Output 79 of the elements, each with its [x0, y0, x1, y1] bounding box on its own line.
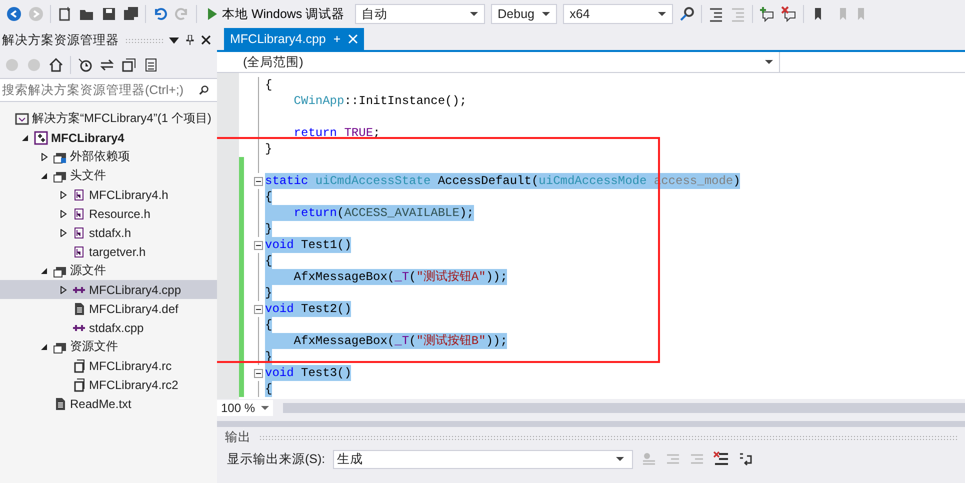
add-comment-icon[interactable]: [758, 6, 775, 22]
collapsed-icon[interactable]: [59, 210, 67, 218]
horizontal-scrollbar[interactable]: [283, 403, 965, 413]
collapse-icon[interactable]: [254, 240, 263, 250]
collapsed-icon[interactable]: [59, 190, 67, 198]
expanded-icon[interactable]: [40, 342, 48, 350]
tree-item[interactable]: stdafx.h: [0, 223, 217, 242]
search-icon: [199, 85, 209, 95]
save-icon[interactable]: [101, 6, 117, 22]
tree-item[interactable]: MFCLibrary4.rc2: [0, 375, 217, 394]
resource-file-icon: [72, 378, 86, 392]
document-icon: [53, 396, 67, 410]
source-label: 显示输出来源(S):: [227, 450, 326, 468]
header-file-icon: [72, 206, 86, 220]
project-icon: [34, 130, 48, 144]
clear-all-icon[interactable]: [713, 451, 730, 467]
word-wrap-icon[interactable]: [737, 451, 754, 467]
tree-item[interactable]: MFCLibrary4: [0, 128, 217, 147]
configuration-dropdown[interactable]: Debug: [490, 4, 557, 24]
collapsed-icon[interactable]: [59, 286, 67, 294]
tree-item[interactable]: MFCLibrary4.cpp: [0, 280, 217, 299]
expanded-icon[interactable]: [40, 266, 48, 274]
tree-item[interactable]: MFCLibrary4.rc: [0, 356, 217, 375]
tree-item[interactable]: 头文件: [0, 166, 217, 185]
header-file-icon: [72, 244, 86, 258]
caret-icon: [470, 12, 478, 16]
tree-item[interactable]: 源文件: [0, 261, 217, 280]
caret-icon: [542, 12, 550, 16]
start-debugger-button[interactable]: 本地 Windows 调试器: [203, 4, 349, 24]
properties-icon[interactable]: [143, 57, 159, 73]
pin-icon[interactable]: [185, 35, 195, 45]
code-line: {: [265, 77, 272, 93]
close-icon[interactable]: [201, 35, 211, 45]
solution-icon: [15, 112, 29, 126]
panel-title: 输出: [225, 428, 251, 446]
tree-item[interactable]: 资源文件: [0, 337, 217, 356]
code-line: CWinApp::InitInstance();: [292, 93, 467, 109]
collapse-icon[interactable]: [254, 304, 263, 314]
caret-icon: [261, 406, 269, 410]
code-line: }: [265, 141, 272, 157]
tree-item[interactable]: stdafx.cpp: [0, 318, 217, 337]
output-source-dropdown[interactable]: 生成: [333, 450, 634, 468]
expanded-icon[interactable]: [21, 134, 29, 142]
tree-item[interactable]: 外部依赖项: [0, 147, 217, 166]
configuration-dropdown[interactable]: 自动: [354, 4, 485, 24]
new-file-icon[interactable]: [57, 6, 73, 22]
undo-icon[interactable]: [152, 6, 168, 22]
find-icon[interactable]: [678, 6, 695, 22]
caret-icon: [616, 457, 624, 461]
indent-icon[interactable]: [708, 6, 724, 22]
collapsed-icon[interactable]: [40, 152, 48, 160]
caret-icon: [765, 60, 773, 64]
collapse-icon[interactable]: [121, 57, 137, 73]
tree-item[interactable]: targetver.h: [0, 242, 217, 261]
remove-comment-icon[interactable]: [780, 6, 797, 22]
tree-item[interactable]: Resource.h: [0, 204, 217, 223]
home-icon[interactable]: [48, 57, 64, 73]
collapse-icon[interactable]: [254, 176, 263, 186]
configuration-dropdown[interactable]: x64: [562, 4, 673, 24]
tree-item[interactable]: 解决方案“MFCLibrary4”(1 个项目): [0, 109, 217, 128]
play-icon: [207, 8, 217, 20]
collapse-icon[interactable]: [254, 368, 263, 378]
header-file-icon: [72, 226, 86, 240]
tree-item[interactable]: MFCLibrary4.h: [0, 185, 217, 204]
zoom-dropdown[interactable]: 100 %: [217, 400, 273, 416]
panel-title: 解决方案资源管理器: [2, 32, 119, 48]
save-all-icon[interactable]: [123, 6, 139, 22]
history-icon[interactable]: [77, 57, 93, 73]
caret-icon: [658, 12, 666, 16]
collapsed-icon[interactable]: [59, 228, 67, 236]
search-field[interactable]: 搜索解决方案资源管理器(Ctrl+;): [0, 78, 217, 102]
tree-item[interactable]: MFCLibrary4.def: [0, 299, 217, 318]
document-icon: [72, 302, 86, 316]
tree-item[interactable]: ReadMe.txt: [0, 394, 217, 413]
expanded-icon[interactable]: [40, 172, 48, 180]
sync-icon[interactable]: [99, 57, 115, 73]
resource-file-icon: [72, 358, 86, 372]
dropdown-icon[interactable]: [169, 35, 179, 45]
header-file-icon: [72, 188, 86, 202]
